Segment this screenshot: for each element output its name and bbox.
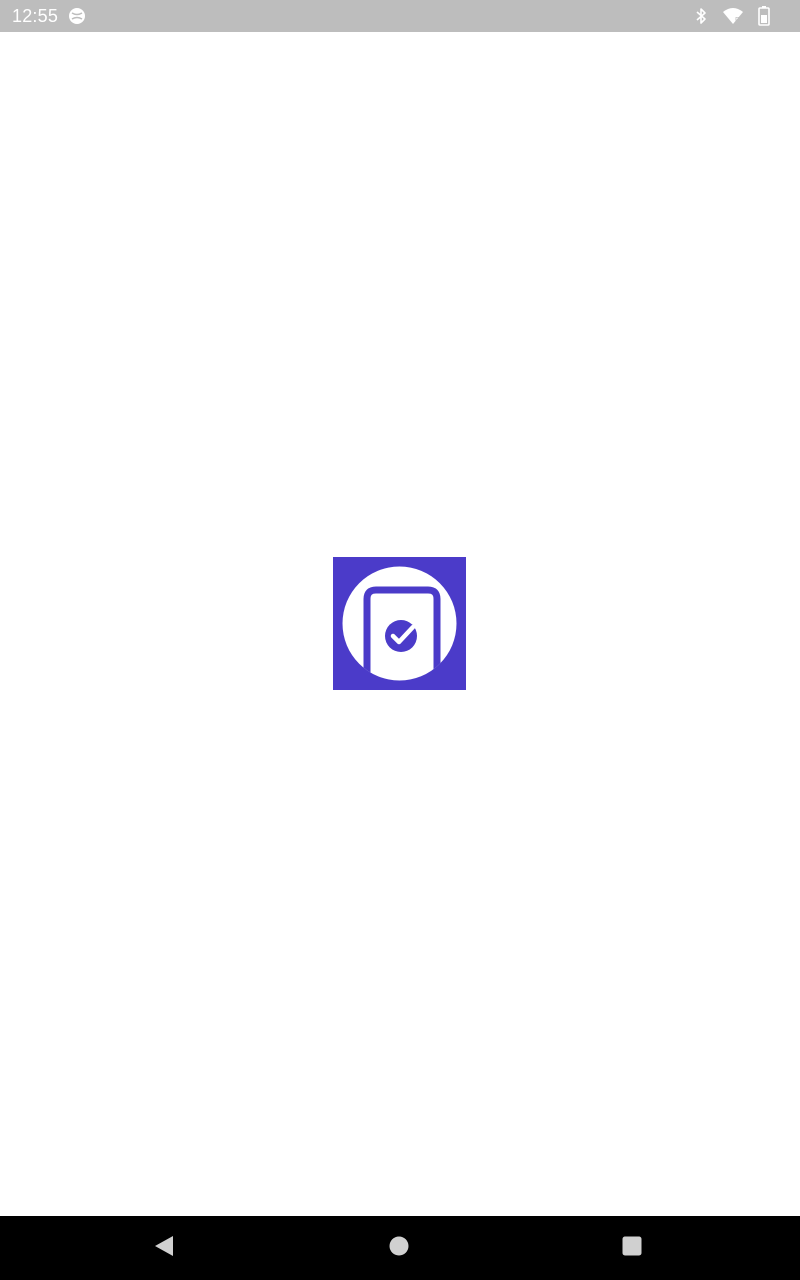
home-icon	[388, 1235, 410, 1262]
status-bar: 12:55 5	[0, 0, 800, 32]
navigation-bar	[0, 1216, 800, 1280]
recents-icon	[621, 1235, 643, 1262]
wifi-icon: 5	[722, 7, 744, 25]
battery-icon	[758, 6, 770, 26]
sync-icon	[68, 7, 86, 25]
back-icon	[153, 1234, 175, 1263]
back-button[interactable]	[132, 1216, 196, 1280]
recents-button[interactable]	[600, 1216, 664, 1280]
splash-screen	[0, 32, 800, 1216]
home-button[interactable]	[367, 1216, 431, 1280]
screen: 12:55 5	[0, 0, 800, 1280]
status-right: 5	[694, 6, 788, 26]
svg-text:5: 5	[735, 16, 740, 25]
status-time: 12:55	[12, 5, 59, 26]
status-left: 12:55	[12, 6, 86, 27]
bluetooth-icon	[694, 7, 708, 25]
app-logo-icon	[333, 557, 466, 690]
